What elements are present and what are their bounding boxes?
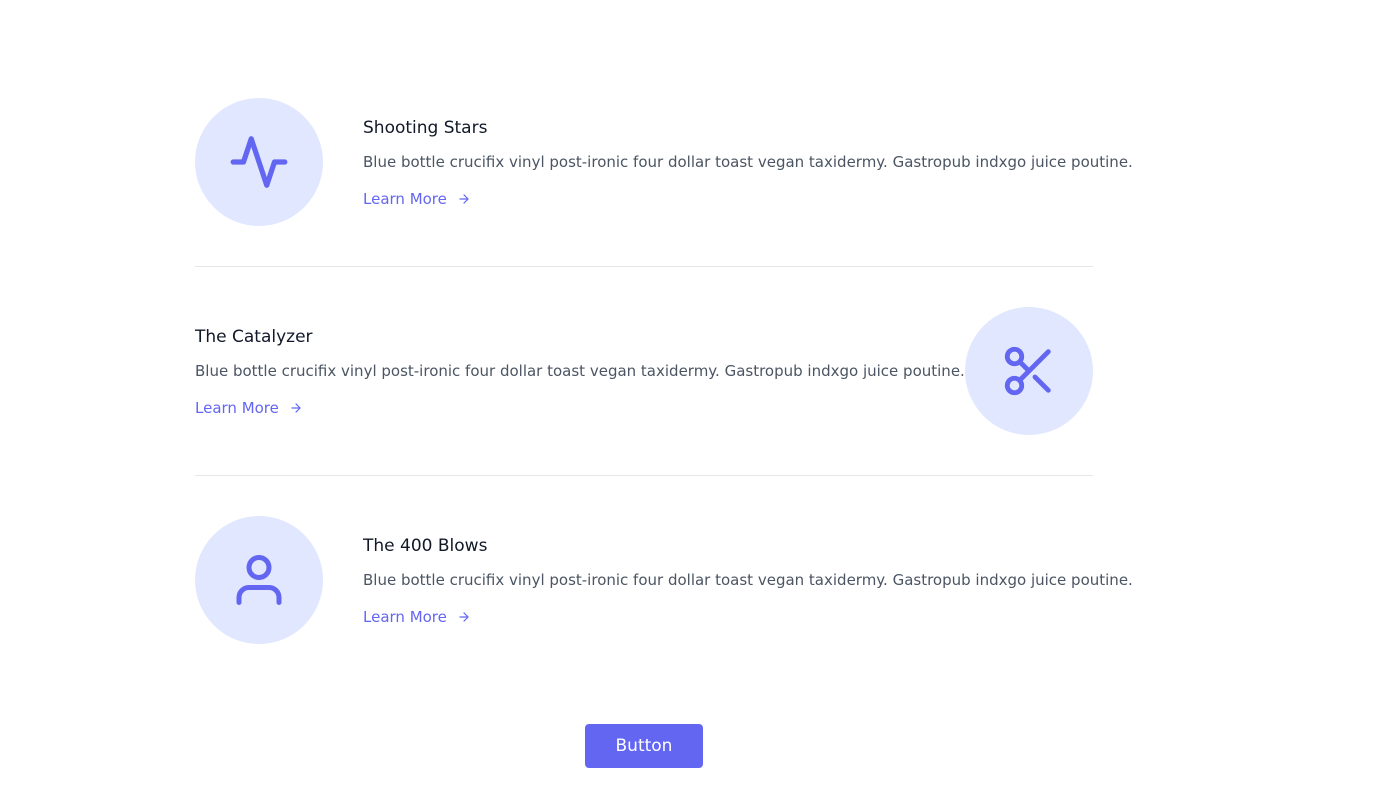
scissors-icon [1004, 346, 1051, 396]
arrow-right-icon [291, 403, 301, 413]
primary-button[interactable]: Button [585, 724, 703, 768]
feature-text: The 400 Blows Blue bottle crucifix vinyl… [363, 534, 1133, 629]
learn-more-link[interactable]: Learn More [363, 187, 471, 211]
learn-more-link[interactable]: Learn More [363, 605, 471, 629]
feature-description: Blue bottle crucifix vinyl post-ironic f… [195, 362, 965, 380]
arrow-right-icon [459, 612, 469, 622]
feature-title: Shooting Stars [363, 118, 488, 138]
feature-text: The Catalyzer Blue bottle crucifix vinyl… [195, 325, 965, 420]
arrow-right-icon [459, 194, 469, 204]
feature-title: The Catalyzer [195, 327, 313, 347]
learn-more-label: Learn More [363, 190, 447, 208]
feature-description: Blue bottle crucifix vinyl post-ironic f… [363, 571, 1133, 589]
feature-icon-circle [965, 307, 1093, 435]
activity-icon [230, 136, 288, 188]
divider [195, 266, 1093, 267]
feature-description: Blue bottle crucifix vinyl post-ironic f… [363, 153, 1133, 171]
feature-icon-circle [195, 516, 323, 644]
user-icon [236, 555, 282, 605]
learn-more-link[interactable]: Learn More [195, 396, 303, 420]
learn-more-label: Learn More [195, 399, 279, 417]
learn-more-label: Learn More [363, 608, 447, 626]
feature-title: The 400 Blows [363, 536, 488, 556]
feature-icon-circle [195, 98, 323, 226]
divider [195, 475, 1093, 476]
feature-text: Shooting Stars Blue bottle crucifix viny… [363, 116, 1133, 211]
feature-item-the-400-blows: The 400 Blows Blue bottle crucifix vinyl… [195, 516, 1133, 644]
feature-item-the-catalyzer: The Catalyzer Blue bottle crucifix vinyl… [195, 307, 1093, 435]
feature-item-shooting-stars: Shooting Stars Blue bottle crucifix viny… [195, 98, 1133, 226]
